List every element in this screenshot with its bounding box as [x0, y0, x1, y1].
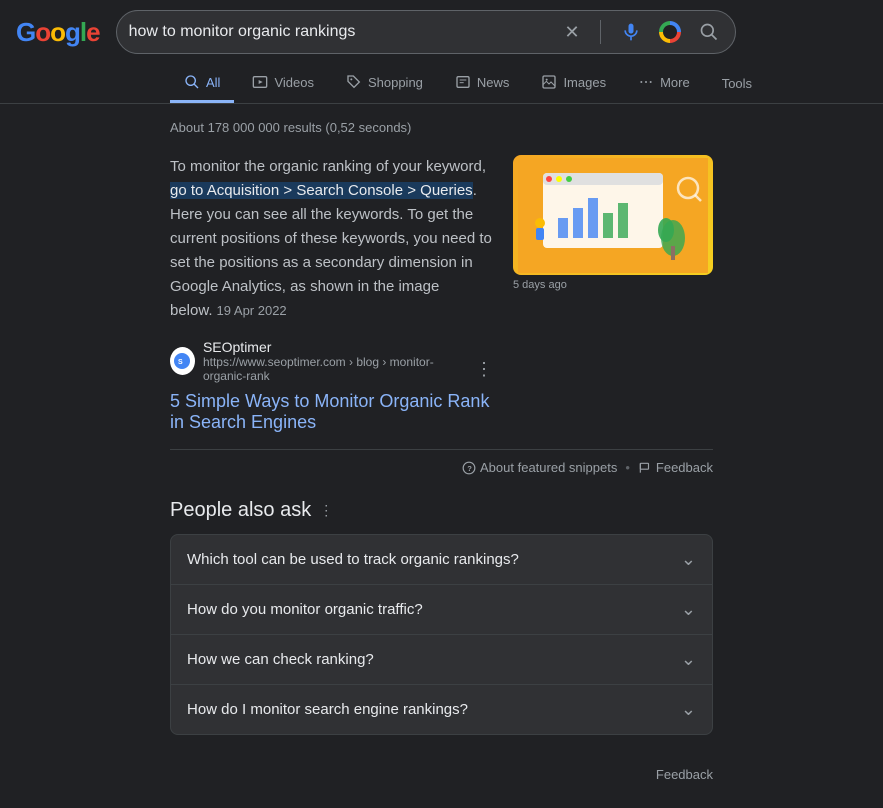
- flag-icon: [638, 461, 652, 475]
- paa-item-4[interactable]: How do I monitor search engine rankings?…: [170, 684, 713, 735]
- clear-icon: ✕: [565, 22, 580, 43]
- chevron-down-icon-2: ⌄: [681, 599, 696, 620]
- paa-menu-icon[interactable]: ⋮: [319, 502, 333, 519]
- tab-more[interactable]: More: [624, 64, 704, 103]
- paa-header: People also ask ⋮: [170, 499, 713, 522]
- svg-text:S: S: [178, 359, 183, 366]
- snippet-text-highlight: go to Acquisition > Search Console > Que…: [170, 182, 473, 199]
- source-info: S SEOptimer https://www.seoptimer.com › …: [170, 339, 493, 383]
- lens-icon: [659, 21, 681, 43]
- lens-button[interactable]: [655, 17, 685, 47]
- tab-more-label: More: [660, 75, 690, 90]
- svg-text:?: ?: [467, 463, 472, 472]
- help-icon: ?: [462, 461, 476, 475]
- paa-item-3[interactable]: How we can check ranking? ⌄: [170, 634, 713, 684]
- snippet-feedback-label: Feedback: [656, 460, 713, 475]
- tab-all[interactable]: All: [170, 64, 234, 103]
- paa-title: People also ask: [170, 499, 311, 522]
- snippet-image-container: 5 days ago: [513, 155, 713, 433]
- chevron-down-icon-4: ⌄: [681, 699, 696, 720]
- snippet-illustration: [518, 158, 708, 273]
- tab-images-label: Images: [563, 75, 606, 90]
- tab-videos[interactable]: Videos: [238, 64, 328, 103]
- header: Google ✕: [0, 0, 883, 64]
- source-favicon: S: [170, 347, 195, 375]
- paa-question-3: How we can check ranking?: [187, 651, 374, 668]
- chevron-down-icon-3: ⌄: [681, 649, 696, 670]
- chevron-down-icon-1: ⌄: [681, 549, 696, 570]
- source-url-text: https://www.seoptimer.com › blog › monit…: [203, 355, 465, 383]
- snippet-image-date: 5 days ago: [513, 279, 713, 291]
- tab-shopping[interactable]: Shopping: [332, 64, 437, 103]
- search-input[interactable]: [129, 23, 561, 41]
- paa-question-4: How do I monitor search engine rankings?: [187, 701, 468, 718]
- search-icons: ✕: [561, 17, 723, 47]
- snippet-image: [513, 155, 713, 275]
- snippet-text-before: To monitor the organic ranking of your k…: [170, 158, 486, 175]
- source-url-row: https://www.seoptimer.com › blog › monit…: [203, 355, 493, 383]
- tab-shopping-label: Shopping: [368, 75, 423, 90]
- source-name: SEOptimer: [203, 339, 493, 355]
- result-title-link[interactable]: 5 Simple Ways to Monitor Organic Rank in…: [170, 391, 489, 432]
- paa-question-2: How do you monitor organic traffic?: [187, 601, 423, 618]
- snippet-feedback-link[interactable]: Feedback: [638, 460, 713, 475]
- source-more-icon[interactable]: ⋮: [475, 359, 493, 380]
- search-icon-tab: [184, 74, 200, 90]
- main-content: About 178 000 000 results (0,52 seconds)…: [0, 104, 883, 751]
- mic-icon: [621, 22, 641, 42]
- dot-separator: •: [625, 460, 630, 475]
- paa-item-2[interactable]: How do you monitor organic traffic? ⌄: [170, 584, 713, 634]
- about-snippets-link[interactable]: ? About featured snippets: [462, 460, 617, 475]
- snippet-date: 19 Apr 2022: [217, 303, 287, 318]
- newspaper-icon: [455, 74, 471, 90]
- nav-tabs: All Videos Shopping News Images: [0, 64, 883, 104]
- paa-section: People also ask ⋮ Which tool can be used…: [170, 499, 713, 735]
- clear-button[interactable]: ✕: [561, 18, 584, 47]
- tab-videos-label: Videos: [274, 75, 314, 90]
- voice-search-button[interactable]: [617, 18, 645, 46]
- seo-icon: S: [174, 353, 190, 369]
- search-icon: [699, 22, 719, 42]
- image-icon: [541, 74, 557, 90]
- play-icon: [252, 74, 268, 90]
- search-button[interactable]: [695, 18, 723, 46]
- dots-icon: [638, 74, 654, 90]
- snippet-body: To monitor the organic ranking of your k…: [170, 155, 493, 433]
- divider: [600, 20, 601, 44]
- snippet-text: To monitor the organic ranking of your k…: [170, 155, 493, 323]
- google-logo: Google: [16, 17, 100, 48]
- tab-all-label: All: [206, 75, 220, 90]
- snippet-footer: ? About featured snippets • Feedback: [170, 449, 713, 475]
- featured-snippet: To monitor the organic ranking of your k…: [170, 155, 713, 433]
- paa-question-1: Which tool can be used to track organic …: [187, 551, 519, 568]
- tab-news-label: News: [477, 75, 510, 90]
- tab-news[interactable]: News: [441, 64, 524, 103]
- tools-button[interactable]: Tools: [708, 66, 766, 101]
- snippet-text-after: . Here you can see all the keywords. To …: [170, 182, 492, 319]
- results-count: About 178 000 000 results (0,52 seconds): [170, 120, 713, 135]
- tag-icon: [346, 74, 362, 90]
- source-details: SEOptimer https://www.seoptimer.com › bl…: [203, 339, 493, 383]
- search-bar[interactable]: ✕: [116, 10, 736, 54]
- about-snippets-label: About featured snippets: [480, 460, 617, 475]
- paa-item-1[interactable]: Which tool can be used to track organic …: [170, 534, 713, 584]
- footer-feedback[interactable]: Feedback: [0, 751, 883, 798]
- tab-images[interactable]: Images: [527, 64, 620, 103]
